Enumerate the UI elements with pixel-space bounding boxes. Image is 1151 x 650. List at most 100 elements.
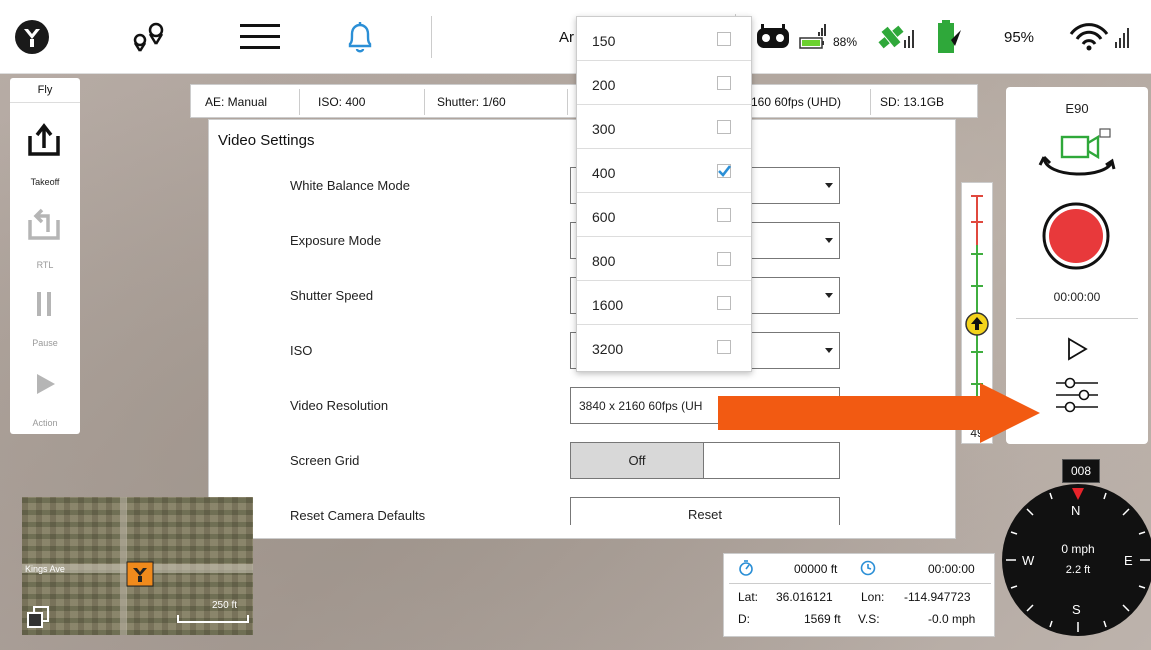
iso-option[interactable]: 3200 [577,325,751,369]
device-battery-text: 95% [1004,29,1035,46]
camera-settings-sliders-icon[interactable] [1054,375,1100,420]
pause-icon[interactable] [34,290,56,323]
distance-value: 00000 ft [794,562,838,576]
iso-option[interactable]: 800 [577,237,751,281]
checkbox[interactable] [717,120,731,134]
chevron-down-icon [825,348,833,353]
reset-defaults-label: Reset Camera Defaults [290,508,426,523]
remote-controller-icon [752,0,794,74]
toolbar-divider [10,102,80,103]
iso-option-label: 400 [592,165,616,181]
strip-divider [567,89,568,115]
drone-location-icon [126,561,154,592]
controller-battery-text: 88% [833,35,858,49]
resolution-status: 160 60fps (UHD) [751,95,842,109]
checkbox[interactable] [717,32,731,46]
takeoff-icon[interactable] [26,122,62,163]
shutter-speed-label: Shutter Speed [290,288,374,303]
chevron-down-icon [825,183,833,188]
map-street-label: Kings Ave [25,564,65,574]
iso-label: ISO [290,343,313,358]
lon-value: -114.947723 [904,590,971,604]
compass-north: N [1071,503,1081,518]
map-pin-icon[interactable] [128,0,172,74]
ground-speed: 0 mph [1061,542,1095,556]
iso-option[interactable]: 150 [577,17,751,61]
iso-option-label: 150 [592,33,616,49]
record-timer: 00:00:00 [1053,290,1101,304]
checkbox-checked[interactable] [717,164,731,178]
iso-option-label: 600 [592,209,616,225]
compass: N S W E 0 mph 2.2 ft [1002,484,1151,636]
strip-divider [870,89,871,115]
top-separator [431,16,432,58]
panel-divider [1016,318,1138,319]
takeoff-label: Takeoff [30,177,60,187]
chevron-down-icon [825,293,833,298]
heading-readout: 008 [1062,459,1100,483]
iso-option-label: 3200 [592,341,624,357]
playback-icon[interactable] [1066,337,1088,366]
telemetry-divider [729,583,991,584]
shutter-status: Shutter: 1/60 [437,95,506,109]
video-settings-title: Video Settings [218,132,315,149]
strip-divider [424,89,425,115]
compass-south: S [1072,602,1081,617]
distance-icon [738,560,754,579]
notification-bell-icon[interactable] [340,0,380,74]
lat-value: 36.016121 [776,590,833,604]
top-partial-label: Ar [559,29,574,46]
sd-status: SD: 13.1GB [880,95,945,109]
screen-grid-off-option[interactable]: Off [571,443,704,478]
device-battery-icon [932,0,968,74]
checkbox[interactable] [717,208,731,222]
checkbox[interactable] [717,340,731,354]
controller-battery-icon [798,0,828,74]
clock-icon [860,560,876,579]
app-logo-icon[interactable] [12,0,52,74]
pause-label: Pause [32,338,58,348]
altitude-handle-icon[interactable] [964,311,990,342]
iso-option[interactable]: 300 [577,105,751,149]
mini-map[interactable]: Kings Ave 250 ft [22,497,253,635]
iso-option[interactable]: 600 [577,193,751,237]
iso-dropdown-list: 150 200 300 400 600 800 1600 3200 [576,16,752,372]
action-play-icon[interactable] [34,372,58,401]
iso-option[interactable]: 200 [577,61,751,105]
menu-icon[interactable] [236,0,284,74]
flight-time-value: 00:00:00 [928,562,975,576]
iso-option-label: 200 [592,77,616,93]
gps-satellite-icon [876,0,918,74]
strip-divider [299,89,300,115]
iso-option-selected[interactable]: 400 [577,149,751,193]
camera-model: E90 [1065,101,1089,116]
chevron-down-icon [825,238,833,243]
screen-grid-label: Screen Grid [290,453,360,468]
checkbox[interactable] [717,252,731,266]
rtl-label: RTL [36,260,54,270]
iso-option-label: 300 [592,121,616,137]
checkbox[interactable] [717,296,731,310]
iso-status: ISO: 400 [318,95,366,109]
exposure-mode-label: Exposure Mode [290,233,382,248]
reset-button[interactable]: Reset [570,497,840,525]
map-layers-icon[interactable] [26,605,52,635]
annotation-arrow [718,383,1040,448]
video-resolution-value: 3840 x 2160 60fps (UH [579,399,703,413]
lon-label: Lon: [861,590,885,604]
action-label: Action [32,418,58,428]
iso-option-label: 1600 [592,297,624,313]
switch-camera-mode-icon[interactable] [1038,127,1118,190]
map-scale-bar [177,615,249,623]
return-to-launch-icon[interactable] [26,206,62,247]
map-scale-label: 250 ft [212,600,238,611]
telemetry-panel: 00000 ft 00:00:00 Lat: 36.016121 Lon: -1… [723,553,995,637]
white-balance-label: White Balance Mode [290,178,410,193]
height-readout: 2.2 ft [1065,564,1091,576]
checkbox[interactable] [717,76,731,90]
iso-option[interactable]: 1600 [577,281,751,325]
flight-toolbar: Fly Takeoff RTL Pause Action [10,78,80,434]
record-button[interactable] [1041,201,1111,276]
vertical-speed-value: -0.0 mph [928,612,976,626]
distance-d-label: D: [738,612,750,626]
